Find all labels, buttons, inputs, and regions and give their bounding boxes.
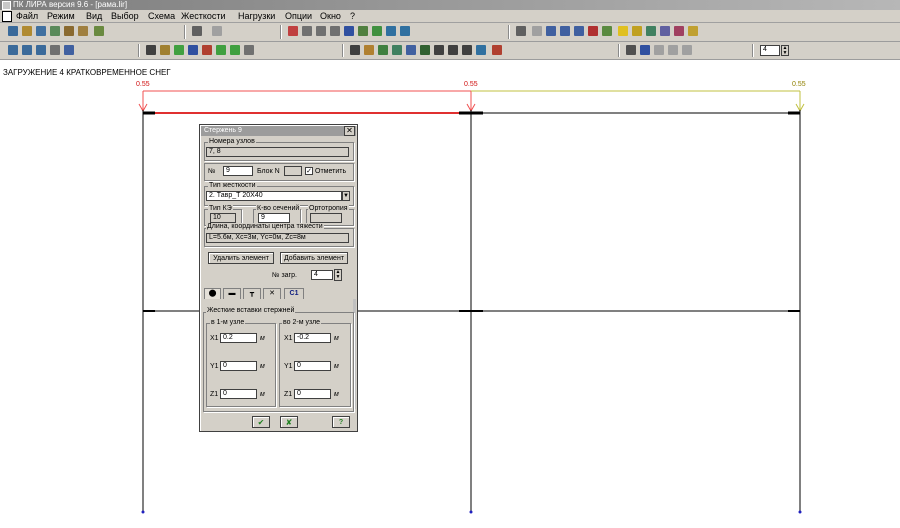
- z1-label: Z1: [284, 391, 293, 398]
- load-number-field[interactable]: 4: [311, 270, 333, 280]
- tab-element[interactable]: ⬤: [204, 288, 221, 299]
- check-icon: ✔: [257, 418, 265, 427]
- element-number-field[interactable]: 9: [223, 166, 253, 176]
- unit-label: м: [260, 335, 265, 342]
- ortho-field: [310, 213, 342, 223]
- dialog-title: Стержень 9: [204, 127, 242, 134]
- z1-label: Z1: [210, 391, 219, 398]
- rigid-inserts-label: Жесткие вставки стержней: [206, 307, 296, 315]
- block-field: [284, 166, 302, 176]
- ortho-label: Ортотропия: [308, 205, 349, 213]
- tab-rigid-inserts[interactable]: ┳: [243, 288, 261, 299]
- node1-y1-field[interactable]: 0: [220, 361, 257, 371]
- length-label: Длина, координаты центра тяжести: [206, 223, 324, 231]
- cancel-button[interactable]: ✘: [280, 416, 298, 428]
- block-label: Блок N: [257, 168, 280, 175]
- nodes-field: 7, 8: [206, 147, 349, 157]
- nodes-label: Номера узлов: [208, 138, 256, 146]
- model-canvas[interactable]: [0, 0, 900, 528]
- element-info-dialog: Стержень 9 ✕ Номера узлов 7, 8 № 9 Блок …: [199, 124, 358, 432]
- fe-type-label: Тип КЭ: [208, 205, 233, 213]
- node1-z1-field[interactable]: 0: [220, 389, 257, 399]
- load-number-label: № загр.: [272, 272, 297, 279]
- close-icon[interactable]: ✕: [344, 126, 355, 136]
- distributed-load-span-1: [138, 90, 476, 113]
- help-button[interactable]: ?: [332, 416, 350, 428]
- apply-button[interactable]: ✔: [252, 416, 270, 428]
- tab-axes[interactable]: ✕: [263, 288, 281, 299]
- stiffness-type-select[interactable]: 2. Тавр_Т 20Х40: [206, 191, 342, 201]
- close-icon: ✘: [285, 418, 293, 427]
- stiffness-type-label: Тип жесткости: [208, 182, 257, 190]
- number-label: №: [208, 168, 216, 175]
- chevron-down-icon[interactable]: ▼: [342, 191, 350, 201]
- unit-label: м: [334, 335, 339, 342]
- node2-label: во 2-м узле: [282, 319, 322, 327]
- mark-label: Отметить: [315, 168, 347, 175]
- x1-label: X1: [284, 335, 293, 342]
- support-node[interactable]: [798, 510, 802, 514]
- sections-label: К-во сечений: [256, 205, 301, 213]
- load-number-spin[interactable]: ▲ ▼: [334, 269, 342, 281]
- unit-label: м: [334, 391, 339, 398]
- dialog-title-bar[interactable]: Стержень 9: [201, 126, 356, 136]
- add-element-button[interactable]: Добавить элемент: [280, 252, 348, 264]
- node2-x1-field[interactable]: -0.2: [294, 333, 331, 343]
- support-node[interactable]: [469, 510, 473, 514]
- delete-element-button[interactable]: Удалить элемент: [208, 252, 274, 264]
- sections-field[interactable]: 9: [258, 213, 290, 223]
- node2-y1-field[interactable]: 0: [294, 361, 331, 371]
- fe-type-field: 10: [210, 213, 236, 223]
- unit-label: м: [260, 363, 265, 370]
- unit-label: м: [260, 391, 265, 398]
- y1-label: Y1: [210, 363, 219, 370]
- node2-z1-field[interactable]: 0: [294, 389, 331, 399]
- x1-label: X1: [210, 335, 219, 342]
- tab-c1[interactable]: C1: [284, 288, 304, 299]
- mark-checkbox[interactable]: ✓: [305, 167, 313, 175]
- length-field: L=5.6м, Xc=3м, Yc=0м, Zc=8м: [206, 233, 349, 243]
- node1-label: в 1-м узле: [210, 319, 246, 327]
- unit-label: м: [334, 363, 339, 370]
- y1-label: Y1: [284, 363, 293, 370]
- tab-hinges[interactable]: ▬: [223, 288, 241, 299]
- support-node[interactable]: [141, 510, 145, 514]
- node1-x1-field[interactable]: 0.2: [220, 333, 257, 343]
- distributed-load-span-2: [471, 90, 805, 113]
